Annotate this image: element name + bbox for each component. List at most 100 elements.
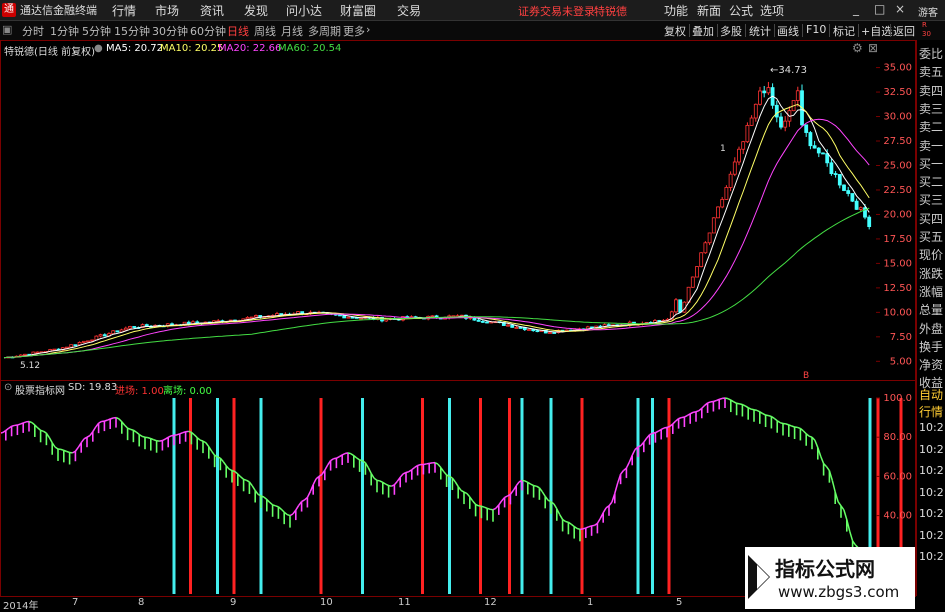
period-15min[interactable]: 15分钟 [114,23,150,39]
oscillator-line [131,429,134,430]
period-more[interactable]: 更多 [343,23,365,39]
panel-toggle-0[interactable]: 自动 [919,386,943,403]
menu-gongneng[interactable]: 功能 [664,2,688,19]
app-logo-icon: 通 [2,3,16,17]
price-tick-label: 22.50 [883,185,912,196]
quote-field-8[interactable]: 买三 [919,191,943,208]
candle-body [133,326,136,327]
duogu-button[interactable]: 多股 [720,23,742,39]
period-daily[interactable]: 日线 [227,23,249,39]
menu-hangqing[interactable]: 行情 [112,2,136,19]
quote-field-14[interactable]: 总量 [919,301,943,318]
price-chart[interactable]: 35.0032.5030.0027.5025.0022.5020.0017.50… [0,40,915,380]
candle-body [549,333,552,334]
maximize-button[interactable]: □ [874,2,885,16]
quote-field-10[interactable]: 买五 [919,228,943,245]
menu-caifuquan[interactable]: 财富圈 [340,2,376,19]
menu-xuanxiang[interactable]: 选项 [760,2,784,19]
quote-field-17[interactable]: 净资 [919,356,943,373]
back-button[interactable]: 返回 [893,23,915,39]
menu-wenxiaoda[interactable]: 问小达 [286,2,322,19]
oscillator-line [679,418,682,419]
huaxian-button[interactable]: 画线 [777,23,799,39]
oscillator-line [119,419,122,422]
candle-body [742,142,745,150]
close-button[interactable]: × [895,2,905,16]
tick-time-1: 10:2 [919,443,944,456]
period-1min[interactable]: 1分钟 [50,23,79,39]
quote-field-16[interactable]: 换手 [919,338,943,355]
oscillator-line [571,524,574,526]
period-toolbar: ▣ 分时 1分钟 5分钟 15分钟 30分钟 60分钟 日线 周线 月线 多周期… [0,21,945,41]
period-30min[interactable]: 30分钟 [152,23,188,39]
menu-jiaoyi[interactable]: 交易 [397,2,421,19]
candle-body [511,325,514,327]
candle-body [351,317,354,318]
period-weekly[interactable]: 周线 [254,23,276,39]
candle-body [343,316,346,318]
menu-faxian[interactable]: 发现 [244,2,268,19]
menu-gongshi[interactable]: 公式 [729,2,753,19]
period-multi[interactable]: 多周期 [308,23,341,39]
oscillator-line [168,436,171,437]
tongji-button[interactable]: 统计 [749,23,771,39]
quote-field-0[interactable]: 委比 [919,45,943,62]
period-60min[interactable]: 60分钟 [190,23,226,39]
user-label[interactable]: 游客 [918,4,938,19]
legend-ma10: MA10: 20.25 [160,43,223,54]
date-label: 8 [138,597,144,608]
candle-body [145,325,148,327]
separator [858,24,859,37]
quote-field-5[interactable]: 卖一 [919,137,943,154]
settings-gear-icon[interactable]: ⚙ [852,41,863,55]
candle-body [733,162,736,174]
fuquan-button[interactable]: 复权 [664,23,686,39]
oscillator-line [360,460,363,461]
oscillator-line [493,508,496,509]
indicator-out: 离场: 0.00 [163,382,212,397]
panel-toggle-1[interactable]: 行情 [919,403,943,420]
quote-field-2[interactable]: 卖四 [919,82,943,99]
minimize-button[interactable]: _ [853,2,859,16]
add-watchlist-button[interactable]: +自选 [861,23,892,39]
oscillator-line [29,422,32,423]
period-fenshi[interactable]: 分时 [22,23,44,39]
quote-field-13[interactable]: 涨幅 [919,283,943,300]
quote-field-11[interactable]: 现价 [919,246,943,263]
quote-field-6[interactable]: 买一 [919,155,943,172]
candle-body [82,341,85,342]
toolbar-menu-icon[interactable]: ▣ [2,23,12,36]
menu-xinmian[interactable]: 新面 [697,2,721,19]
diejia-button[interactable]: 叠加 [692,23,714,39]
quote-field-12[interactable]: 涨跌 [919,265,943,282]
oscillator-line [32,423,35,425]
oscillator-line [455,482,458,487]
close-pane-icon[interactable]: ⊠ [868,41,878,55]
more-arrow-icon[interactable]: › [366,23,370,36]
f10-button[interactable]: F10 [806,23,826,36]
period-5min[interactable]: 5分钟 [82,23,111,39]
oscillator-line [162,439,165,440]
indicator-menu-icon[interactable]: ⊙ [4,382,12,393]
login-alert[interactable]: 证券交易未登录 [518,3,595,19]
biaoji-button[interactable]: 标记 [833,23,855,39]
quote-field-4[interactable]: 卖二 [919,118,943,135]
oscillator-line [751,409,754,410]
oscillator-line [154,440,157,441]
candle-body [675,300,678,312]
quote-field-9[interactable]: 买四 [919,210,943,227]
menu-zixun[interactable]: 资讯 [200,2,224,19]
candle-body [805,125,808,133]
date-label: 5 [676,597,682,608]
menu-shichang[interactable]: 市场 [155,2,179,19]
quote-field-15[interactable]: 外盘 [919,320,943,337]
oscillator-line [244,479,247,480]
quote-field-7[interactable]: 买二 [919,173,943,190]
oscillator-line [577,529,580,530]
candle-body [507,325,510,326]
candle-body [813,146,816,148]
period-monthly[interactable]: 月线 [281,23,303,39]
watermark-arrow-inner [757,565,769,589]
quote-field-1[interactable]: 卖五 [919,63,943,80]
quote-field-3[interactable]: 卖三 [919,100,943,117]
